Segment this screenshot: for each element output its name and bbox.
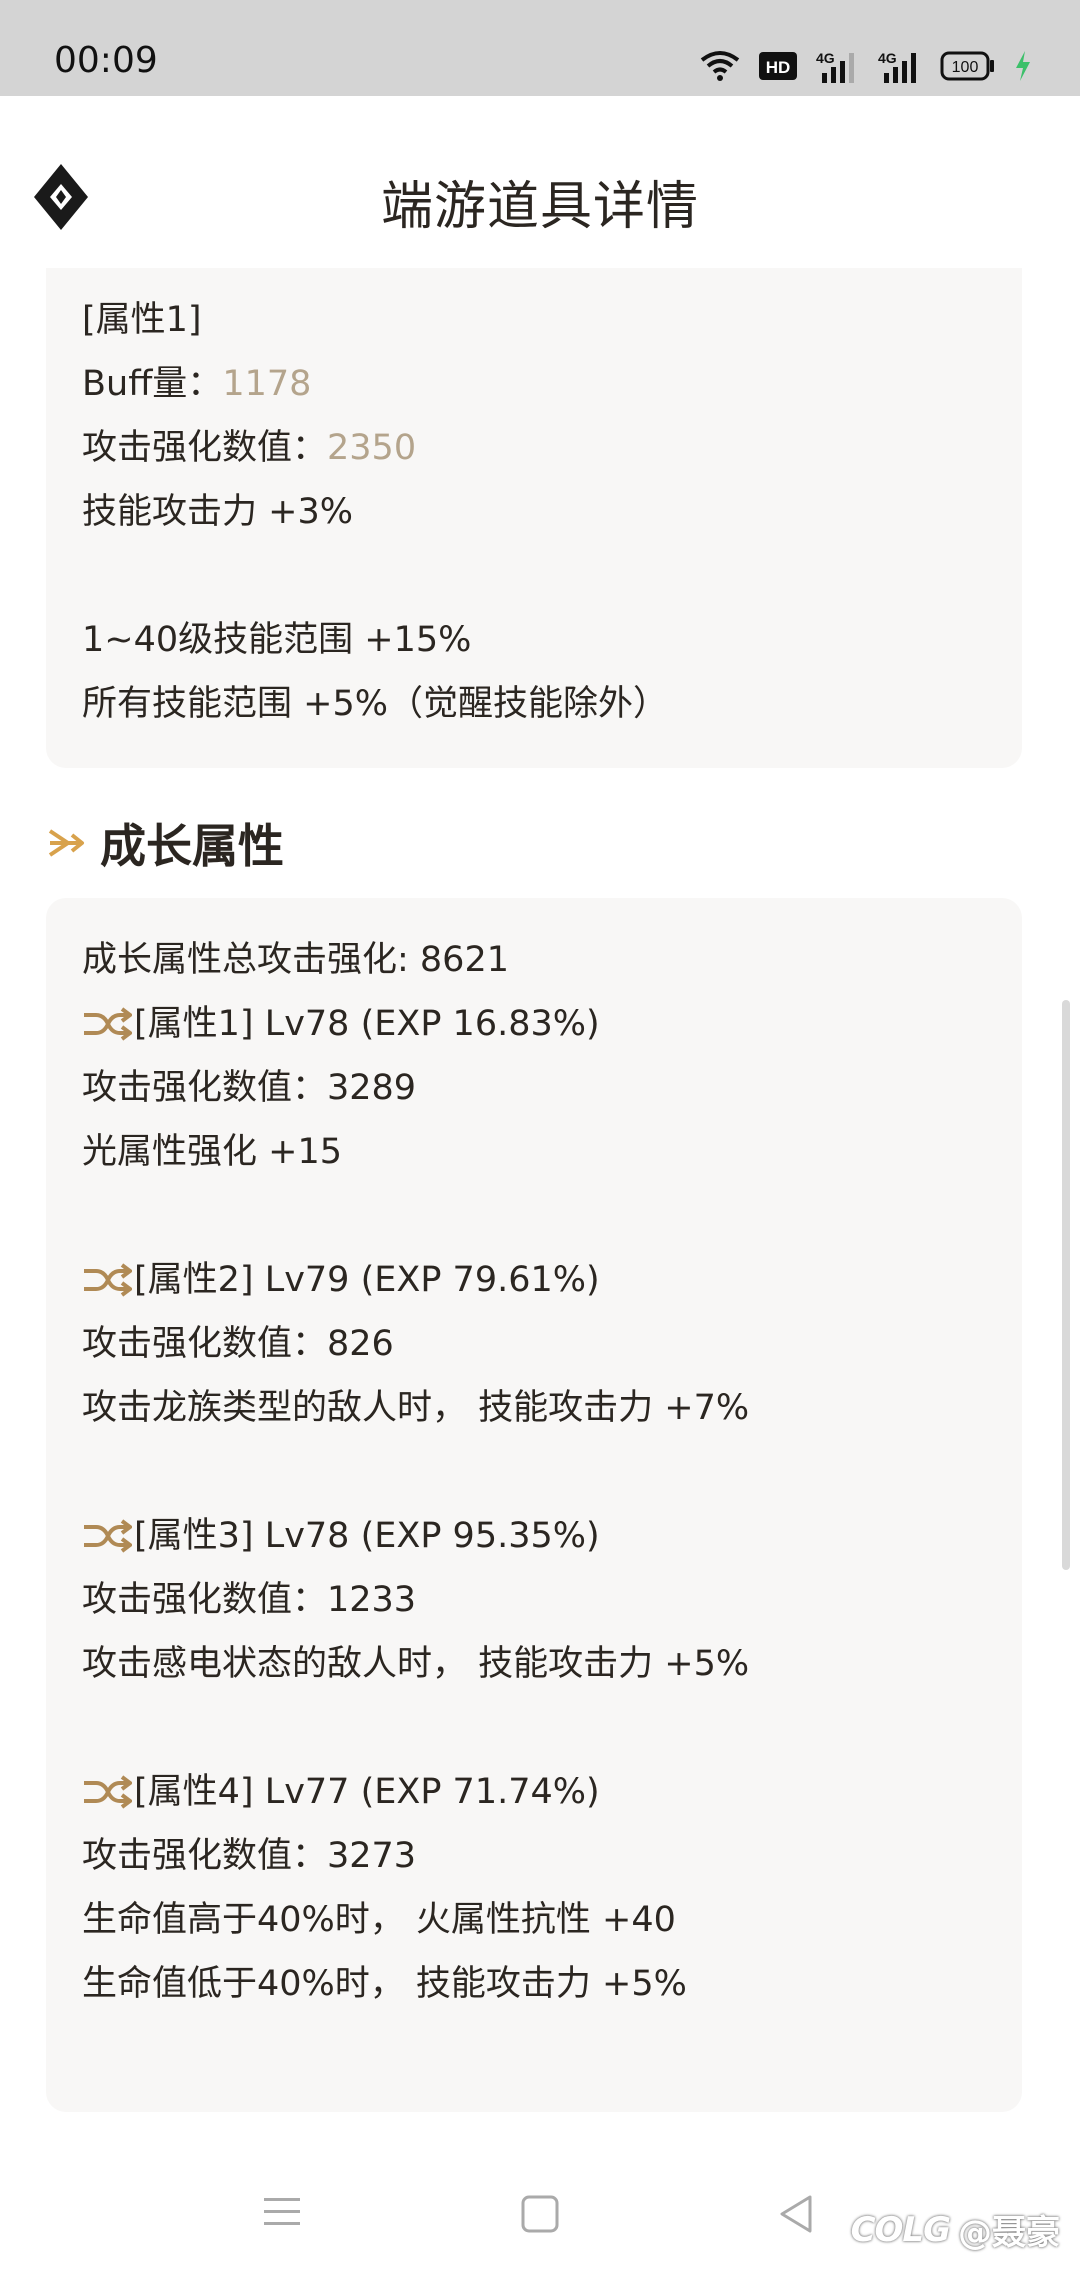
section-title: 成长属性 [100, 819, 284, 873]
growth-total-line: 成长属性总攻击强化: 8621 [82, 940, 509, 980]
watermark-user: @聂豪 [958, 2213, 1060, 2253]
growth-attribute-line: 攻击强化数值：3273 [82, 1836, 417, 1876]
growth-attribute-line: 生命值高于40%时， 火属性抗性 +40 [82, 1900, 676, 1940]
shuffle-icon [84, 1263, 132, 1297]
status-bar: 00:09 HD 4G 4G 100 [0, 0, 1080, 96]
growth-attribute-line: 攻击感电状态的敌人时， 技能攻击力 +5% [82, 1644, 750, 1684]
growth-section-header: 成长属性 [46, 808, 284, 878]
battery-icon: 100 [940, 51, 994, 81]
home-icon[interactable] [520, 2194, 560, 2234]
growth-attribute-line: 攻击强化数值：3289 [82, 1068, 417, 1108]
growth-attribute-line: 光属性强化 +15 [82, 1132, 342, 1172]
status-time: 00:09 [54, 40, 158, 81]
charging-icon [1016, 51, 1030, 81]
growth-attribute-line: 攻击强化数值：1233 [82, 1580, 417, 1620]
menu-icon[interactable] [262, 2194, 302, 2230]
scrollbar[interactable] [1062, 1000, 1070, 1570]
battery-level: 100 [952, 59, 979, 76]
shuffle-icon [84, 1519, 132, 1553]
watermark: COLG @聂豪 [851, 2205, 1060, 2254]
attack-boost-value: 2350 [327, 428, 417, 468]
buff-amount-line: Buff量： 1178 [82, 352, 311, 416]
4g-signal-icon: 4G [878, 50, 916, 83]
growth-attribute-header: [属性1] Lv78 (EXP 16.83%) [82, 992, 600, 1056]
app-header: 端游道具详情 [0, 96, 1080, 266]
buff-amount-value: 1178 [222, 364, 312, 404]
network-label: 4G [816, 50, 835, 66]
status-icons: HD 4G 4G 100 [700, 46, 1032, 86]
arrow-right-icon [48, 829, 84, 857]
wifi-icon [700, 51, 740, 81]
attack-boost-line: 攻击强化数值： 2350 [82, 416, 416, 480]
colg-logo: COLG [850, 2209, 951, 2250]
shuffle-icon [84, 1007, 132, 1041]
growth-attribute-line: 攻击强化数值：826 [82, 1324, 394, 1364]
all-skill-range-line: 所有技能范围 +5%（觉醒技能除外） [82, 684, 668, 724]
page-title: 端游道具详情 [380, 177, 699, 237]
4g-signal-icon: 4G [816, 50, 854, 83]
attribute-header: [属性1] [82, 300, 202, 340]
growth-attribute-line: 生命值低于40%时， 技能攻击力 +5% [82, 1964, 687, 2004]
shuffle-icon [84, 1775, 132, 1809]
growth-attribute-header: [属性2] Lv79 (EXP 79.61%) [82, 1248, 600, 1312]
growth-attribute-line: 攻击龙族类型的敌人时， 技能攻击力 +7% [82, 1388, 750, 1428]
skill-attack-line: 技能攻击力 +3% [82, 492, 353, 532]
back-icon[interactable] [776, 2194, 816, 2234]
network-label: 4G [878, 50, 897, 66]
skill-range-line: 1~40级技能范围 +15% [82, 620, 472, 660]
hd-icon: HD [759, 52, 797, 80]
hd-label: HD [766, 58, 791, 77]
growth-attribute-header: [属性4] Lv77 (EXP 71.74%) [82, 1760, 600, 1824]
growth-attribute-header: [属性3] Lv78 (EXP 95.35%) [82, 1504, 600, 1568]
